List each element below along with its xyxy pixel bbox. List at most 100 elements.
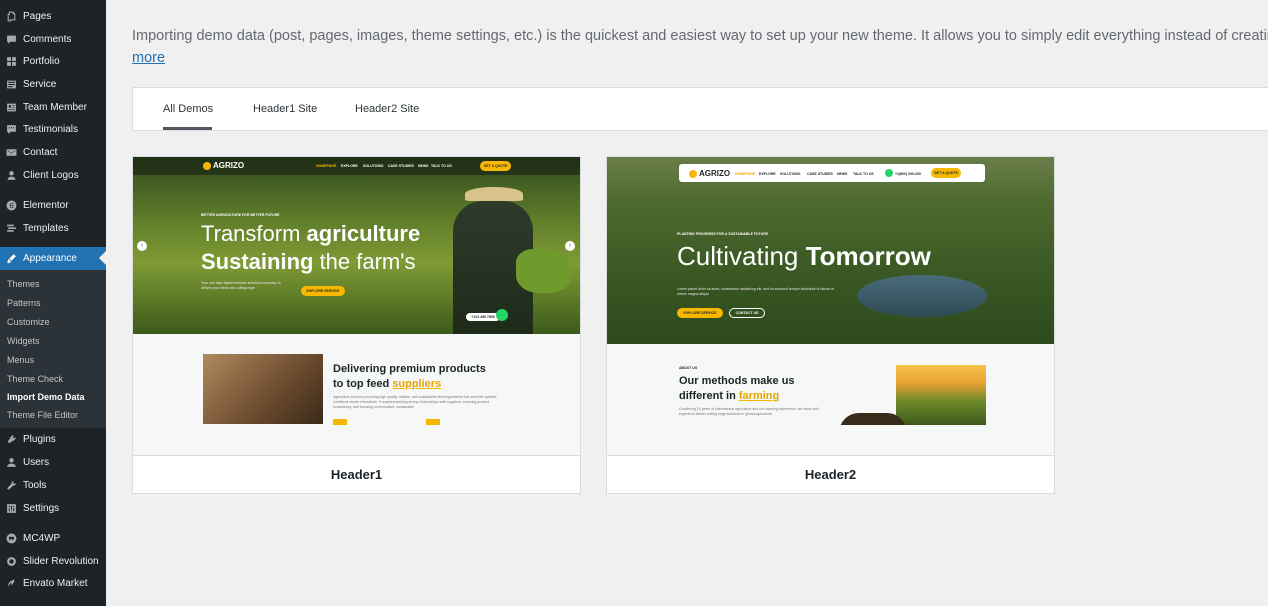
- preview-headline: Cultivating Tomorrow: [677, 241, 931, 271]
- whatsapp-icon: [496, 309, 508, 321]
- sidebar-item-label: MC4WP: [23, 532, 61, 544]
- submenu-item-patterns[interactable]: Patterns: [7, 298, 41, 308]
- preview-nav-link: NEWS: [418, 164, 429, 168]
- preview-logo: AGRIZO: [203, 161, 244, 170]
- comments-icon: [6, 34, 17, 45]
- sidebar-item-plugins[interactable]: Plugins: [0, 428, 106, 450]
- demo-preview-header1[interactable]: AGRIZO HOMEPAGE EXPLORE SOLUTIONS CASE S…: [133, 157, 580, 455]
- sidebar-item-envato-market[interactable]: Envato Market: [0, 572, 106, 594]
- sidebar-item-portfolio[interactable]: Portfolio: [0, 50, 106, 72]
- sidebar-item-label: Templates: [23, 222, 69, 234]
- preview-fade: [133, 425, 580, 455]
- lake-shape: [857, 275, 987, 317]
- demo-filter-tabs: All Demos Header1 Site Header2 Site: [132, 87, 1268, 131]
- client-logos-icon: [6, 170, 17, 181]
- preview-nav-link: EXPLORE: [759, 172, 776, 176]
- sidebar-item-elementor[interactable]: Elementor: [0, 194, 106, 216]
- preview-nav-link: TALK TO US: [853, 172, 874, 176]
- pages-icon: [6, 11, 17, 22]
- demo-preview-header2[interactable]: AGRIZO HOMEPAGE EXPLORE SOLUTIONS CASE S…: [607, 157, 1054, 455]
- sidebar-item-label: Testimonials: [23, 123, 79, 135]
- sidebar-item-contact[interactable]: Contact: [0, 141, 106, 163]
- service-icon: [6, 79, 17, 90]
- templates-icon: [6, 223, 17, 234]
- preview-nav-link: CASE STUDIES: [388, 164, 414, 168]
- mc4wp-icon: [6, 533, 17, 544]
- whatsapp-icon: [885, 169, 893, 177]
- appearance-submenu: Themes Patterns Customize Widgets Menus …: [0, 270, 106, 428]
- admin-sidebar: Pages Comments Portfolio Service Team Me…: [0, 0, 106, 606]
- tab-header1-site[interactable]: Header1 Site: [253, 88, 317, 130]
- preview-quote-button: GET A QUOTE: [480, 161, 511, 171]
- submenu-item-import-demo-data[interactable]: Import Demo Data: [7, 392, 85, 402]
- sidebar-item-label: Slider Revolution: [23, 555, 99, 567]
- preview-headline-line1: Transform agriculture: [201, 221, 421, 246]
- preview-nav-link: EXPLORE: [341, 164, 358, 168]
- submenu-item-widgets[interactable]: Widgets: [7, 336, 40, 346]
- preview-section-text: Agriculture involves providing high qual…: [333, 395, 497, 409]
- sidebar-item-label: Envato Market: [23, 577, 88, 589]
- preview-phone: +1(800) 000-000: [895, 172, 921, 176]
- preview-eyebrow: BETTER AGRICULTURE FOR BETTER FUTURE: [201, 213, 280, 217]
- users-icon: [6, 457, 17, 468]
- read-more-link[interactable]: more: [132, 47, 165, 69]
- demo-card-title: Header2: [607, 455, 1054, 493]
- preview-nav-link: HOMEPAGE: [735, 172, 756, 176]
- intro-text: Importing demo data (post, pages, images…: [132, 28, 1268, 44]
- sidebar-item-appearance[interactable]: Appearance: [0, 247, 106, 270]
- preview-eyebrow: PLANTING PROGRESS FOR A SUSTAINABLE FUTU…: [677, 232, 769, 236]
- sidebar-item-testimonials[interactable]: Testimonials: [0, 118, 106, 140]
- farmer-photo: [203, 354, 323, 424]
- demo-card-header1[interactable]: AGRIZO HOMEPAGE EXPLORE SOLUTIONS CASE S…: [132, 156, 581, 494]
- sidebar-item-tools[interactable]: Tools: [0, 474, 106, 496]
- preview-section-title-line2: to top feed suppliers: [333, 378, 442, 390]
- preview-nav-link: TALK TO US: [431, 164, 452, 168]
- sidebar-item-users[interactable]: Users: [0, 451, 106, 473]
- sidebar-item-label: Team Member: [23, 101, 87, 113]
- submenu-item-menus[interactable]: Menus: [7, 355, 34, 365]
- submenu-item-themes[interactable]: Themes: [7, 279, 40, 289]
- sidebar-item-pages[interactable]: Pages: [0, 5, 106, 27]
- elementor-icon: [6, 200, 17, 211]
- submenu-item-theme-file-editor[interactable]: Theme File Editor: [7, 410, 78, 420]
- preview-headline-line2: Sustaining the farm's: [201, 249, 416, 274]
- current-menu-arrow: [99, 251, 106, 265]
- sidebar-item-label: Portfolio: [23, 55, 60, 67]
- preview-hero: AGRIZO HOMEPAGE EXPLORE SOLUTIONS CASE S…: [607, 157, 1054, 344]
- sidebar-item-label: Tools: [23, 479, 47, 491]
- settings-icon: [6, 503, 17, 514]
- sidebar-item-label: Pages: [23, 10, 52, 22]
- demo-card-header2[interactable]: AGRIZO HOMEPAGE EXPLORE SOLUTIONS CASE S…: [606, 156, 1055, 494]
- sidebar-item-client-logos[interactable]: Client Logos: [0, 164, 106, 186]
- sidebar-item-label: Contact: [23, 146, 58, 158]
- sidebar-item-team-member[interactable]: Team Member: [0, 96, 106, 118]
- sidebar-item-service[interactable]: Service: [0, 73, 106, 95]
- contact-icon: [6, 147, 17, 158]
- farm-sunset-photo: [896, 365, 986, 425]
- preview-nav-link: SOLUTIONS: [363, 164, 384, 168]
- appearance-icon: [6, 253, 17, 264]
- sidebar-item-settings[interactable]: Settings: [0, 497, 106, 519]
- sidebar-item-label: Service: [23, 78, 57, 90]
- tab-header2-site[interactable]: Header2 Site: [355, 88, 419, 130]
- plugins-icon: [6, 434, 17, 445]
- tab-all-demos[interactable]: All Demos: [163, 88, 213, 130]
- slider-next-arrow-icon: ›: [565, 241, 575, 251]
- sidebar-item-label: Appearance: [23, 253, 77, 264]
- logo-mark-icon: [689, 169, 697, 178]
- sidebar-item-templates[interactable]: Templates: [0, 217, 106, 239]
- sidebar-item-comments[interactable]: Comments: [0, 28, 106, 50]
- submenu-item-theme-check[interactable]: Theme Check: [7, 374, 63, 384]
- preview-fade: [607, 425, 1054, 455]
- sidebar-item-slider-revolution[interactable]: Slider Revolution: [0, 550, 106, 572]
- sidebar-item-label: Plugins: [23, 433, 56, 445]
- submenu-item-customize[interactable]: Customize: [7, 317, 50, 327]
- sidebar-item-mc4wp[interactable]: MC4WP: [0, 527, 106, 549]
- crop-bundle-shape: [516, 249, 572, 293]
- demo-card-title: Header1: [133, 455, 580, 493]
- preview-nav-link: SOLUTIONS: [780, 172, 801, 176]
- envato-market-icon: [6, 578, 17, 589]
- preview-phone-badge: +123 456 7890: [466, 313, 500, 321]
- preview-section-title-line2: different in farming: [679, 390, 780, 402]
- preview-logo: AGRIZO: [689, 169, 730, 178]
